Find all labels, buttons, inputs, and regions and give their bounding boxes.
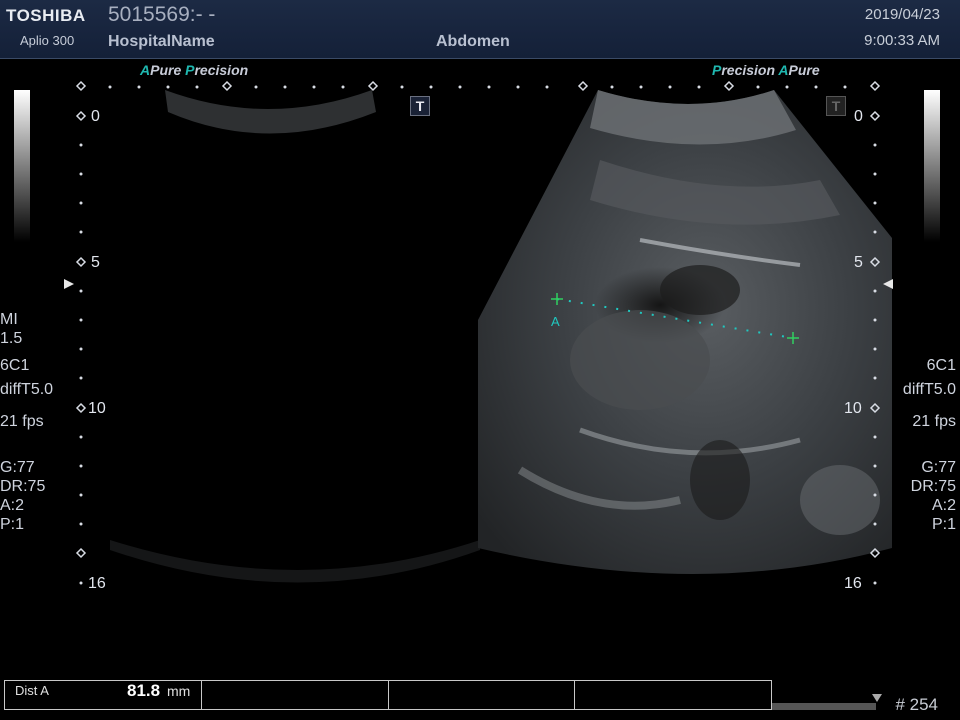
measurement-empty-cell bbox=[202, 681, 389, 709]
measurement-empty-cell bbox=[575, 681, 771, 709]
left-depth-10: 10 bbox=[88, 400, 106, 417]
measurement-table: Dist A 81.8 mm bbox=[4, 680, 772, 710]
left-focus-marker-icon bbox=[64, 279, 74, 289]
exam-type: Abdomen bbox=[436, 33, 510, 50]
right-trackball-t-box-icon[interactable]: T bbox=[826, 96, 846, 116]
top-dot-scale bbox=[108, 85, 847, 89]
right-depth-5: 5 bbox=[854, 254, 863, 271]
measurement-row[interactable]: Dist A 81.8 mm bbox=[5, 681, 202, 709]
right-depth-0: 0 bbox=[854, 108, 863, 125]
exam-date: 2019/04/23 bbox=[864, 6, 940, 23]
mi-label: MI bbox=[0, 311, 18, 328]
cine-scrollbar[interactable] bbox=[772, 703, 876, 710]
left-trackball-t-box-icon[interactable]: T bbox=[410, 96, 430, 116]
left-dynamic-range: DR:75 bbox=[0, 478, 46, 495]
right-depth-16: 16 bbox=[844, 575, 862, 592]
left-depth-scale bbox=[75, 110, 87, 585]
measurement-empty-cell bbox=[389, 681, 576, 709]
cine-position-marker-icon[interactable] bbox=[871, 693, 883, 703]
left-depth-16: 16 bbox=[88, 575, 106, 592]
measurement-unit: mm bbox=[167, 683, 191, 699]
patient-id: 5015569:- - bbox=[108, 3, 216, 26]
left-probe-footprint bbox=[110, 90, 480, 583]
header-bar: TOSHIBA Aplio 300 5015569:- - HospitalNa… bbox=[0, 0, 960, 59]
left-probe: 6C1 bbox=[0, 357, 30, 374]
right-depth-10: 10 bbox=[844, 400, 862, 417]
measurement-value: 81.8 bbox=[127, 681, 161, 700]
left-p-param: P:1 bbox=[0, 516, 25, 533]
left-a-param: A:2 bbox=[0, 497, 25, 514]
right-probe: 6C1 bbox=[926, 357, 956, 374]
left-depth-5: 5 bbox=[91, 254, 100, 271]
exam-time: 9:00:33 AM bbox=[864, 32, 940, 49]
device-model: Aplio 300 bbox=[20, 33, 75, 48]
brand-logo: TOSHIBA bbox=[6, 6, 86, 25]
right-a-param: A:2 bbox=[931, 497, 956, 514]
right-ultrasound-sector bbox=[478, 90, 892, 574]
ultrasound-display bbox=[64, 80, 893, 585]
right-mode: diffT5.0 bbox=[902, 381, 956, 398]
right-p-param: P:1 bbox=[931, 516, 956, 533]
hospital-name: HospitalName bbox=[108, 33, 215, 50]
caliper-label: A bbox=[551, 314, 560, 329]
left-fps: 21 fps bbox=[0, 413, 44, 430]
right-gain: G:77 bbox=[921, 459, 956, 476]
left-depth-0: 0 bbox=[91, 108, 100, 125]
measurement-label: Dist A bbox=[15, 683, 49, 698]
left-gain: G:77 bbox=[0, 459, 35, 476]
right-dynamic-range: DR:75 bbox=[910, 478, 956, 495]
right-fps: 21 fps bbox=[912, 413, 956, 430]
mi-value: 1.5 bbox=[0, 330, 23, 347]
left-mode: diffT5.0 bbox=[0, 381, 54, 398]
frame-number: # 254 bbox=[895, 695, 938, 714]
